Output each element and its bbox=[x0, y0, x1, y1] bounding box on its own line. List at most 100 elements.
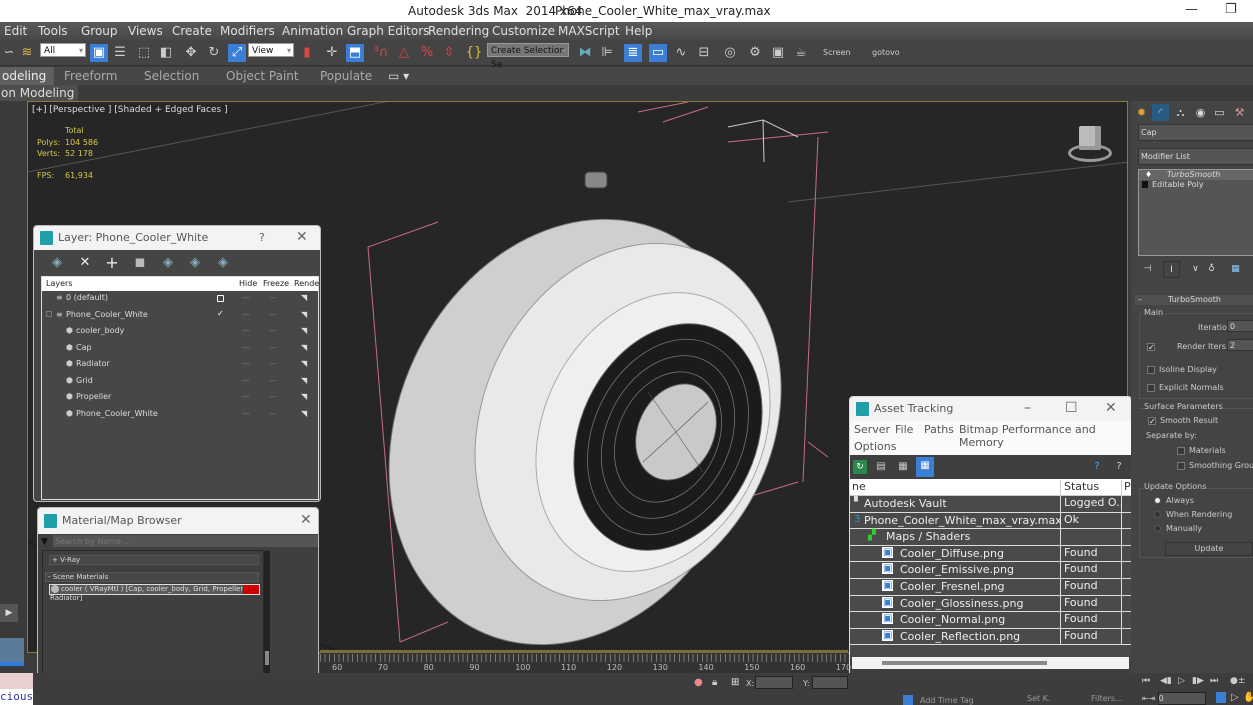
play-icon[interactable]: ▷ bbox=[1178, 676, 1185, 686]
freeze-toggle[interactable]: — bbox=[269, 293, 277, 302]
layer-row[interactable]: ≡ Phone_Cooler_White ✓ — — ◥ bbox=[42, 308, 318, 325]
freeze-toggle[interactable]: — bbox=[269, 392, 277, 401]
maxscript-listener-top[interactable] bbox=[0, 673, 33, 689]
layer-row[interactable]: ⬢ Radiator — — ◥ bbox=[42, 357, 318, 374]
collapse-icon[interactable] bbox=[46, 310, 52, 317]
render-teapot-icon[interactable]: ◥ bbox=[301, 359, 307, 368]
isoline-checkbox[interactable] bbox=[1147, 366, 1155, 374]
layer-name[interactable]: Cap bbox=[76, 343, 92, 352]
motion-tab-icon[interactable]: ◉ bbox=[1192, 104, 1209, 121]
layer-row[interactable]: ⬢ Phone_Cooler_White — — ◥ bbox=[42, 407, 318, 424]
current-layer-box[interactable] bbox=[217, 295, 224, 302]
asset-row[interactable]: ▞ Maps / Shaders bbox=[850, 529, 1131, 546]
col-layers[interactable]: Layers bbox=[46, 279, 72, 288]
refresh-icon[interactable]: ↻ bbox=[853, 460, 867, 474]
menu-server[interactable]: Server bbox=[854, 423, 890, 436]
render-iters-checkbox[interactable]: ✓ bbox=[1147, 343, 1155, 352]
render-teapot-icon[interactable]: ◥ bbox=[301, 310, 307, 319]
curve-editor-icon[interactable]: ∿ bbox=[672, 44, 690, 62]
freeze-toggle[interactable]: — bbox=[269, 376, 277, 385]
tab-modeling[interactable]: odeling bbox=[0, 67, 55, 85]
window-crossing-icon[interactable]: ◧ bbox=[157, 44, 175, 62]
menu-graph-editors[interactable]: Graph Editors bbox=[347, 24, 429, 38]
col-status[interactable]: Status bbox=[1060, 480, 1099, 497]
layer-name[interactable]: Grid bbox=[76, 376, 93, 385]
highlight-layer-icon[interactable]: ◈ bbox=[159, 254, 177, 272]
rect-selection-icon[interactable]: ⬚ bbox=[135, 44, 153, 62]
make-unique-icon[interactable]: ∨ bbox=[1187, 261, 1204, 278]
menu-group[interactable]: Group bbox=[81, 24, 118, 38]
asset-hscrollbar[interactable] bbox=[852, 657, 1129, 669]
hide-all-icon[interactable]: ◈ bbox=[186, 254, 204, 272]
radio-manually[interactable] bbox=[1154, 525, 1161, 532]
col-path[interactable]: P bbox=[1121, 480, 1131, 497]
pan-hand-icon[interactable]: ✋ bbox=[1243, 692, 1253, 703]
selection-filter-dropdown[interactable]: All ▾ bbox=[40, 43, 86, 57]
menu-animation[interactable]: Animation bbox=[282, 24, 343, 38]
menu-paths[interactable]: Paths bbox=[924, 423, 954, 436]
radio-when-rendering[interactable] bbox=[1154, 511, 1161, 518]
viewport-label[interactable]: [+] [Perspective ] [Shaded + Edged Faces… bbox=[32, 105, 228, 115]
restore-icon[interactable]: ❐ bbox=[1225, 2, 1237, 17]
maxscript-listener[interactable]: cious bbox=[0, 689, 33, 705]
render-setup-icon[interactable]: ⚙ bbox=[746, 44, 764, 62]
set-key-button[interactable]: Set K. bbox=[1027, 694, 1050, 703]
ribbon-options-icon[interactable]: ▭ ▾ bbox=[388, 69, 409, 83]
render-teapot-icon[interactable]: ◥ bbox=[301, 326, 307, 335]
go-to-end-icon[interactable]: ⏭ bbox=[1210, 676, 1218, 686]
layer-name[interactable]: cooler_body bbox=[76, 326, 124, 335]
layer-dialog-titlebar[interactable]: Layer: Phone_Cooler_White ? ✕ bbox=[34, 226, 320, 250]
remove-modifier-icon[interactable]: ♁ bbox=[1203, 261, 1220, 278]
asset-row[interactable]: ▣ Cooler_Normal.png Found bbox=[850, 612, 1131, 629]
bind-space-warp-icon[interactable]: ≋ bbox=[18, 44, 36, 62]
create-layer-icon[interactable]: ◈ bbox=[48, 254, 66, 272]
maximize-icon[interactable]: ☐ bbox=[1065, 400, 1078, 416]
menu-customize[interactable]: Customize bbox=[492, 24, 555, 38]
asset-row[interactable]: ▘ Autodesk Vault Logged O... bbox=[850, 496, 1131, 513]
zoom-extents-icon[interactable]: ▷ bbox=[1231, 692, 1239, 703]
hide-toggle[interactable]: — bbox=[242, 376, 250, 385]
current-frame-field[interactable] bbox=[1158, 692, 1206, 705]
help-button[interactable]: ? bbox=[259, 231, 265, 244]
select-by-name-icon[interactable]: ☰ bbox=[111, 44, 129, 62]
snaps-toggle-icon[interactable]: ³∩ bbox=[372, 44, 390, 62]
freeze-toggle[interactable]: — bbox=[269, 409, 277, 418]
menu-views[interactable]: Views bbox=[128, 24, 163, 38]
browser-scrollbar[interactable] bbox=[264, 551, 270, 679]
key-mode-icon[interactable]: ●± bbox=[1230, 676, 1245, 686]
menu-help[interactable]: Help bbox=[625, 24, 652, 38]
menu-modifiers[interactable]: Modifiers bbox=[220, 24, 275, 38]
stack-item-turbosmooth[interactable]: ♦ TurboSmooth bbox=[1139, 170, 1253, 180]
col-name[interactable]: ne bbox=[852, 480, 866, 493]
viewcube[interactable] bbox=[1066, 122, 1114, 166]
percent-snap-icon[interactable]: % bbox=[418, 44, 436, 62]
pin-stack-icon[interactable]: ⊣ bbox=[1139, 261, 1156, 278]
hide-toggle[interactable]: — bbox=[242, 409, 250, 418]
layer-name[interactable]: 0 (default) bbox=[66, 293, 108, 302]
stack-item-editable-poly[interactable]: Editable Poly bbox=[1139, 180, 1253, 190]
render-teapot-icon[interactable]: ◥ bbox=[301, 409, 307, 418]
freeze-toggle[interactable]: — bbox=[269, 343, 277, 352]
asset-row[interactable]: ▣ Cooler_Diffuse.png Found bbox=[850, 545, 1131, 563]
layer-row[interactable]: ⬢ Propeller — — ◥ bbox=[42, 390, 318, 407]
help-icon[interactable]: ? bbox=[1090, 460, 1104, 474]
scene-explorer-icon[interactable]: ▭ bbox=[649, 44, 667, 62]
menu-options[interactable]: Options bbox=[854, 440, 896, 453]
gotovo-label[interactable]: gotovo bbox=[872, 48, 900, 57]
hide-toggle[interactable]: — bbox=[242, 326, 250, 335]
spinner-snap-icon[interactable]: ⇳ bbox=[440, 44, 458, 62]
group-scene-materials[interactable]: - Scene Materials bbox=[45, 572, 259, 582]
search-input[interactable] bbox=[53, 535, 318, 547]
ref-coord-dropdown[interactable]: View ▾ bbox=[248, 43, 294, 57]
layer-row[interactable]: ⬢ Cap — — ◥ bbox=[42, 341, 318, 358]
tab-freeform[interactable]: Freeform bbox=[64, 69, 117, 83]
current-layer-check-icon[interactable]: ✓ bbox=[217, 309, 224, 318]
x-coordinate-field[interactable] bbox=[755, 676, 793, 689]
rendered-frame-icon[interactable]: ▣ bbox=[769, 44, 787, 62]
key-filters-button[interactable]: Filters... bbox=[1091, 694, 1123, 703]
freeze-toggle[interactable]: — bbox=[269, 310, 277, 319]
menu-rendering[interactable]: Rendering bbox=[428, 24, 489, 38]
next-frame-icon[interactable]: ▮▶ bbox=[1192, 676, 1204, 686]
render-teapot-icon[interactable]: ☕ bbox=[792, 44, 810, 62]
utilities-tab-icon[interactable]: ⚒ bbox=[1231, 104, 1248, 121]
